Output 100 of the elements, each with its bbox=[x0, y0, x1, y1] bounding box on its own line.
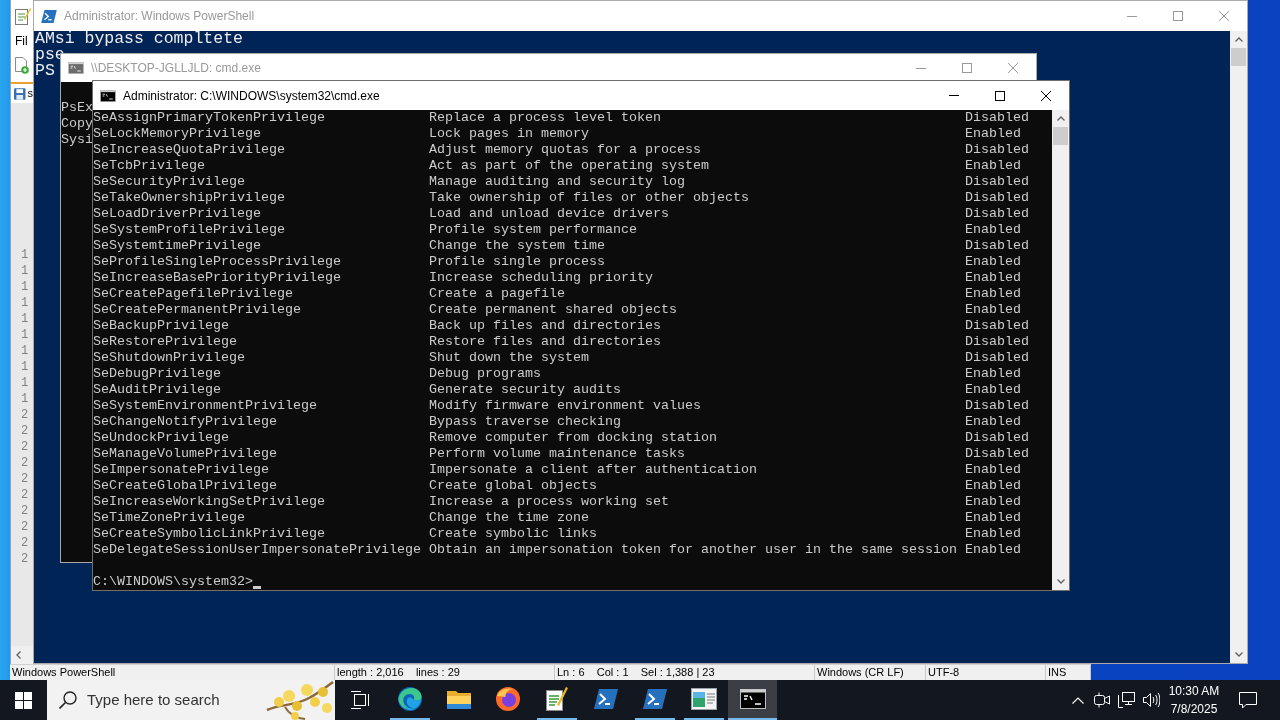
privilege-name: SeTcbPrivilege bbox=[93, 158, 205, 173]
new-file-icon[interactable] bbox=[15, 56, 29, 74]
privilege-name: SeSystemtimePrivilege bbox=[93, 238, 261, 253]
privilege-description: Profile single process bbox=[429, 254, 605, 269]
line-number: 2 bbox=[21, 503, 29, 519]
privilege-state: Enabled bbox=[965, 158, 1021, 174]
window-title: Administrator: C:\WINDOWS\system32\cmd.exe bbox=[123, 87, 380, 105]
privilege-state: Enabled bbox=[965, 462, 1021, 478]
privilege-name: SeBackupPrivilege bbox=[93, 318, 229, 333]
privilege-state: Enabled bbox=[965, 366, 1021, 382]
privilege-description: Load and unload device drivers bbox=[429, 206, 669, 221]
privilege-description: Restore files and directories bbox=[429, 334, 661, 349]
privilege-name: SeLoadDriverPrivilege bbox=[93, 206, 261, 221]
privilege-description: Lock pages in memory bbox=[429, 126, 589, 141]
privilege-state: Disabled bbox=[965, 398, 1029, 414]
console-line: AMsi bypass compltete bbox=[35, 31, 243, 47]
privilege-name: SeRestorePrivilege bbox=[93, 334, 237, 349]
console-line: Sysi bbox=[61, 132, 93, 148]
privilege-state: Disabled bbox=[965, 190, 1029, 206]
browser-icon bbox=[495, 687, 520, 711]
privilege-state: Disabled bbox=[965, 318, 1029, 334]
scroll-down-icon[interactable] bbox=[1056, 579, 1065, 584]
terminal-icon bbox=[100, 89, 116, 102]
privilege-description: Debug programs bbox=[429, 366, 541, 381]
cursor-icon bbox=[252, 586, 261, 589]
privilege-name: SeTakeOwnershipPrivilege bbox=[93, 190, 285, 205]
scroll-up-icon[interactable] bbox=[1234, 37, 1243, 42]
scrollbar-thumb[interactable] bbox=[1231, 48, 1246, 66]
privilege-state: Disabled bbox=[965, 334, 1029, 350]
privilege-description: Increase scheduling priority bbox=[429, 270, 653, 285]
line-number: 2 bbox=[21, 535, 29, 551]
privilege-description: Impersonate a client after authentication bbox=[429, 462, 757, 477]
line-number: 1 bbox=[21, 359, 29, 375]
privilege-name: SeImpersonatePrivilege bbox=[93, 462, 269, 477]
privilege-state: Disabled bbox=[965, 206, 1029, 222]
scrollbar-thumb[interactable] bbox=[1053, 127, 1068, 145]
privilege-name: SeShutdownPrivilege bbox=[93, 350, 245, 365]
notification-icon bbox=[1238, 691, 1257, 709]
scroll-left-icon[interactable] bbox=[16, 651, 21, 659]
privilege-description: Change the system time bbox=[429, 238, 605, 253]
window-title: Administrator: Windows PowerShell bbox=[64, 8, 255, 25]
prompt-icon bbox=[593, 689, 618, 709]
privilege-description: Act as part of the operating system bbox=[429, 158, 709, 173]
editor-tab[interactable]: s bbox=[11, 82, 33, 103]
privilege-description: Create global objects bbox=[429, 478, 597, 493]
status-text: Windows (CR LF) bbox=[817, 667, 904, 678]
line-number: 2 bbox=[21, 439, 29, 455]
menu-item[interactable]: Fil bbox=[15, 34, 28, 47]
privilege-description: Change the time zone bbox=[429, 510, 589, 525]
line-number: 1 bbox=[21, 279, 29, 295]
line-number: 1 bbox=[21, 295, 29, 311]
window-panel-icon bbox=[690, 688, 717, 710]
privilege-state: Enabled bbox=[965, 510, 1021, 526]
privilege-description: Obtain an impersonation token for another user in the same session bbox=[429, 542, 957, 557]
privilege-description: Perform volume maintenance tasks bbox=[429, 446, 685, 461]
line-number: 1 bbox=[21, 263, 29, 279]
privilege-name: SeSecurityPrivilege bbox=[93, 174, 245, 189]
privilege-state: Disabled bbox=[965, 430, 1029, 446]
scrollbar[interactable] bbox=[1230, 31, 1247, 663]
status-text: length : 2,016 lines : 29 bbox=[337, 667, 460, 678]
privilege-name: SeManageVolumePrivilege bbox=[93, 446, 277, 461]
privilege-description: Modify firmware environment values bbox=[429, 398, 701, 413]
scrollbar[interactable] bbox=[1052, 110, 1069, 590]
task-view-icon bbox=[351, 691, 369, 709]
privilege-name: SeProfileSingleProcessPrivilege bbox=[93, 254, 341, 269]
line-number: 2 bbox=[21, 455, 29, 471]
scroll-up-icon[interactable] bbox=[1056, 116, 1065, 121]
privilege-state: Enabled bbox=[965, 414, 1021, 430]
privilege-description: Take ownership of files or other objects bbox=[429, 190, 749, 205]
search-box[interactable]: Type here to search bbox=[47, 680, 335, 720]
taskbar-app-button[interactable] bbox=[728, 680, 777, 720]
console-line: PS bbox=[35, 63, 55, 79]
privilege-name: SeIncreaseWorkingSetPrivilege bbox=[93, 494, 325, 509]
privilege-state: Enabled bbox=[965, 270, 1021, 286]
status-text: UTF-8 bbox=[928, 667, 960, 678]
line-number: 2 bbox=[21, 423, 29, 439]
terminal-icon bbox=[68, 62, 84, 74]
privilege-name: SeSystemEnvironmentPrivilege bbox=[93, 398, 317, 413]
terminal-icon bbox=[739, 689, 766, 709]
privilege-description: Create a pagefile bbox=[429, 286, 565, 301]
line-number: 1 bbox=[21, 247, 29, 263]
privilege-name: SeCreatePermanentPrivilege bbox=[93, 302, 301, 317]
command-prompt: C:\WINDOWS\system32> bbox=[93, 574, 253, 590]
prompt-icon bbox=[642, 689, 667, 709]
privilege-name: SeCreateGlobalPrivilege bbox=[93, 478, 277, 493]
privilege-state: Enabled bbox=[965, 478, 1021, 494]
privilege-state: Disabled bbox=[965, 350, 1029, 366]
clock[interactable]: 10:30 AM 7/8/2025 bbox=[1163, 680, 1225, 720]
privilege-name: SeLockMemoryPrivilege bbox=[93, 126, 261, 141]
privilege-state: Enabled bbox=[965, 302, 1021, 318]
privilege-description: Back up files and directories bbox=[429, 318, 661, 333]
line-number: 1 bbox=[21, 327, 29, 343]
privilege-state: Enabled bbox=[965, 222, 1021, 238]
privilege-state: Enabled bbox=[965, 286, 1021, 302]
privilege-name: SeIncreaseBasePriorityPrivilege bbox=[93, 270, 341, 285]
scroll-down-icon[interactable] bbox=[1234, 652, 1243, 657]
line-number: 1 bbox=[21, 311, 29, 327]
line-number: 1 bbox=[21, 343, 29, 359]
line-number: 2 bbox=[21, 519, 29, 535]
status-text: Windows PowerShell bbox=[12, 667, 116, 678]
